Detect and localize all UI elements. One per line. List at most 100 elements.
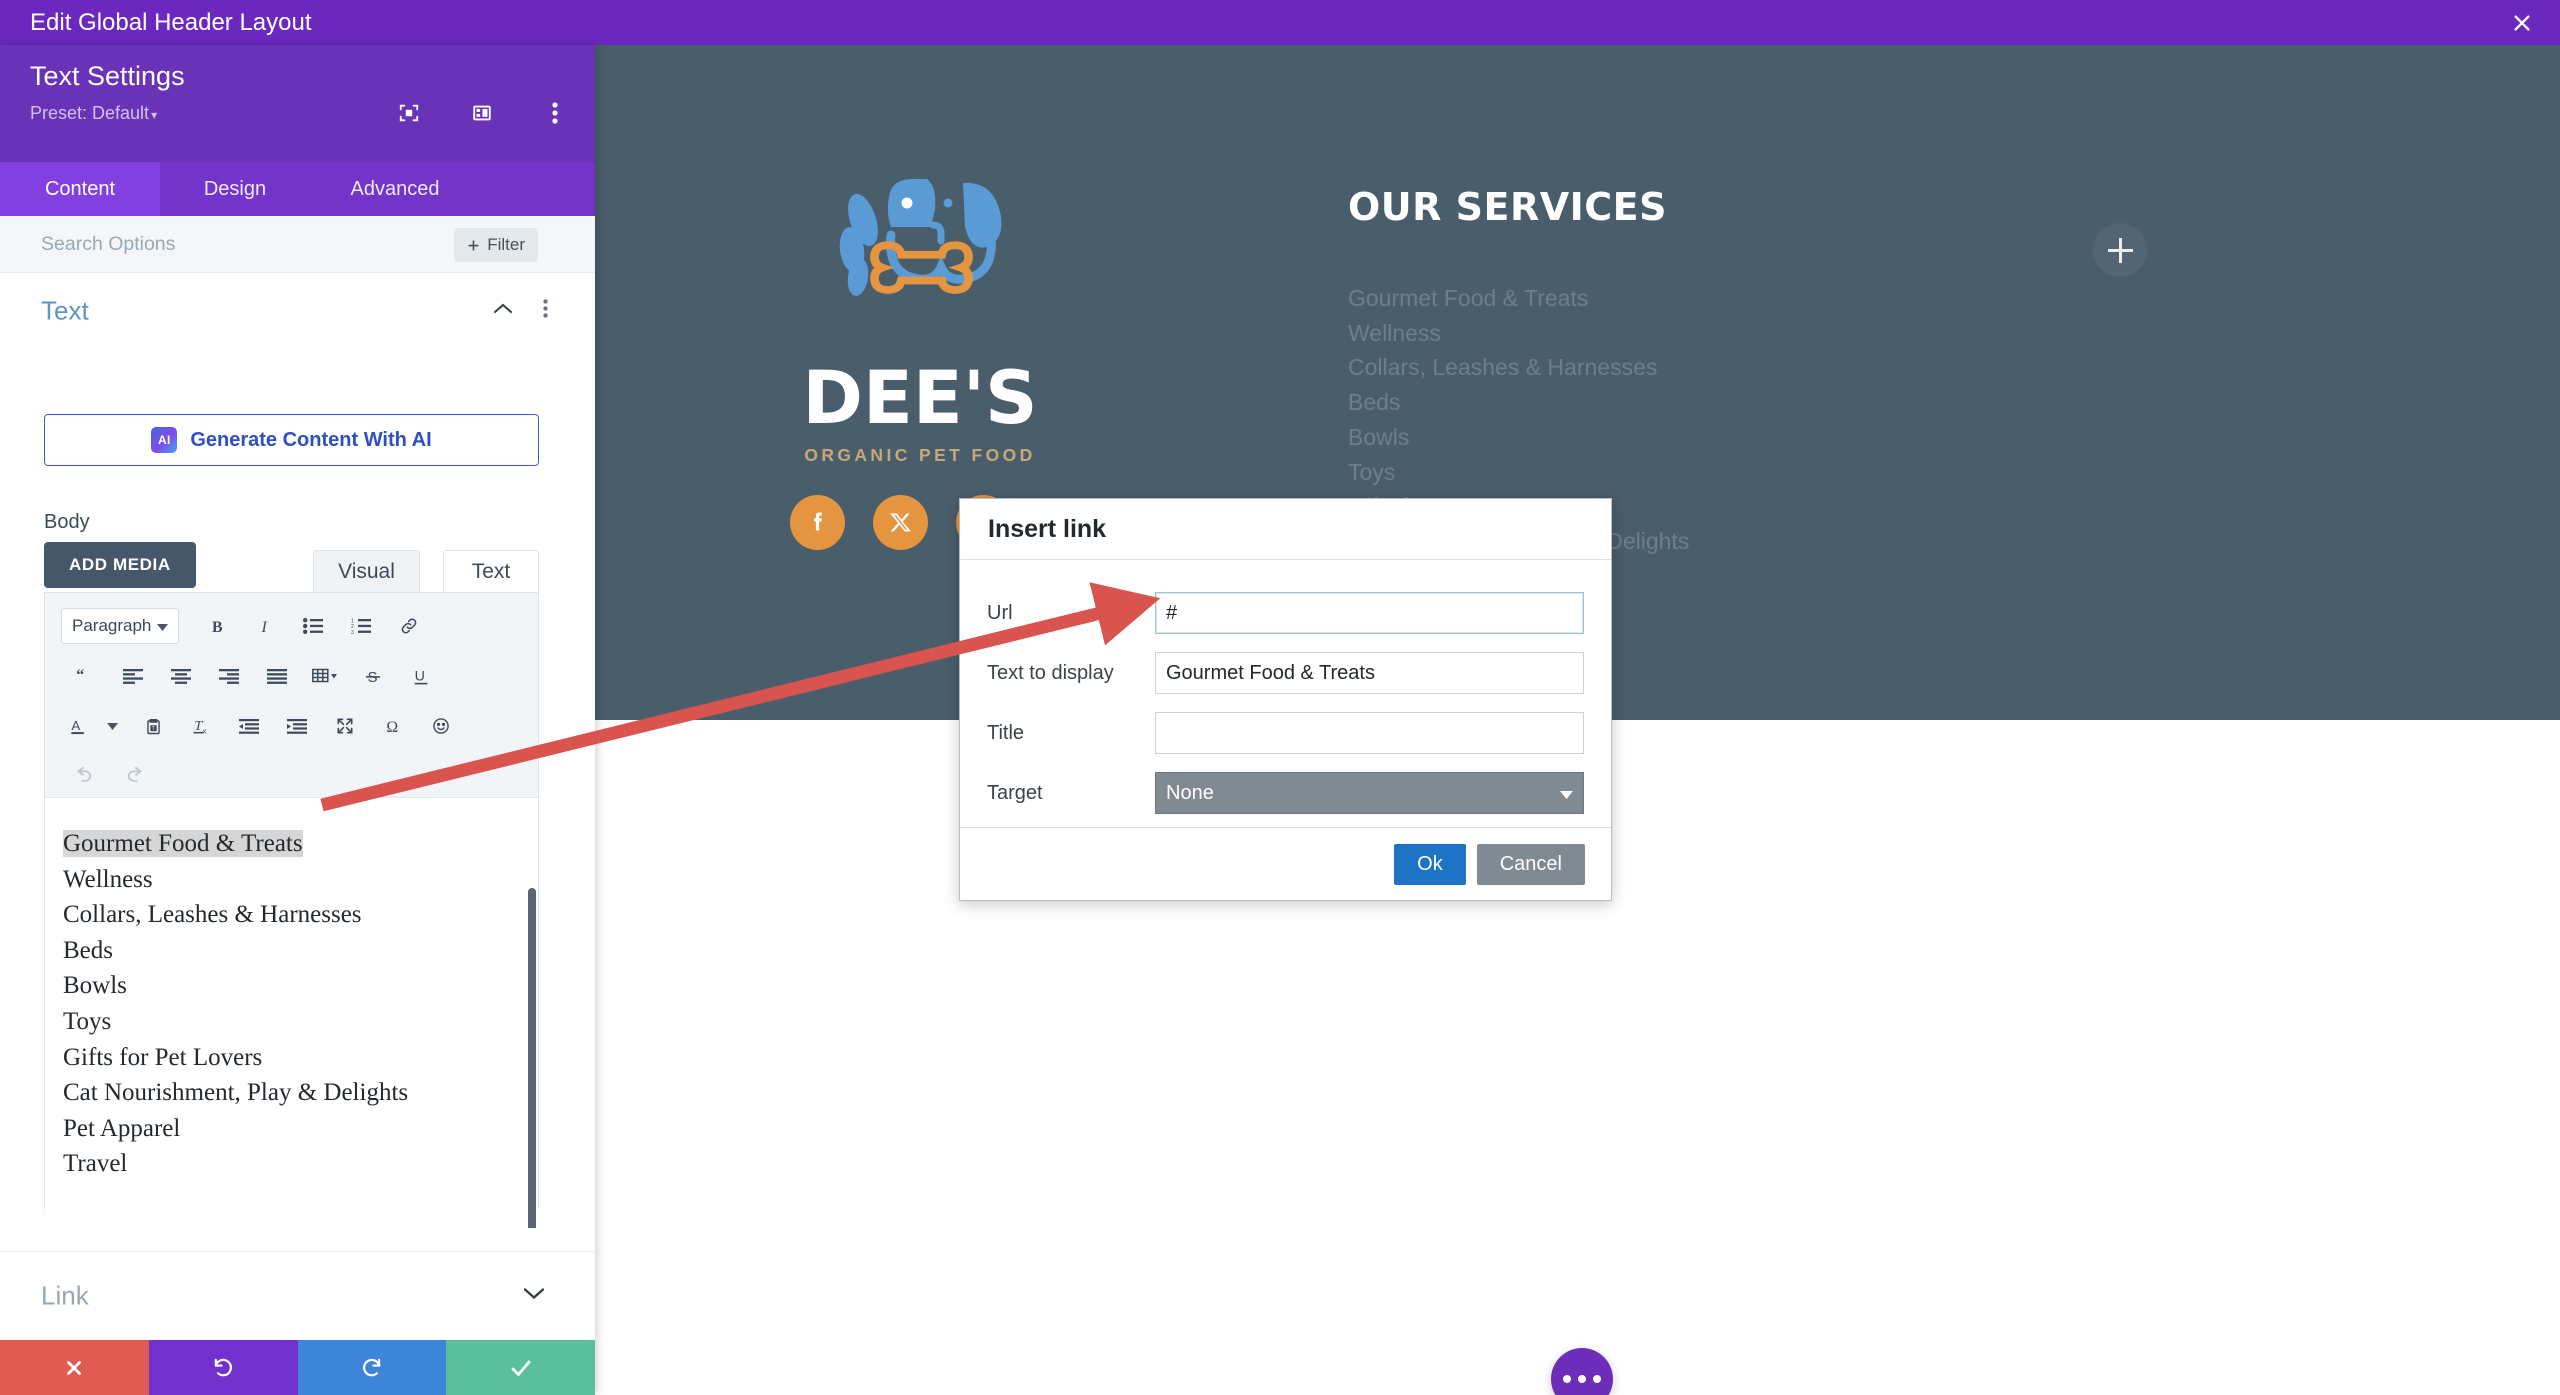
panel-action-bar — [0, 1340, 595, 1395]
page-title: Edit Global Header Layout — [30, 9, 312, 36]
undo-button[interactable] — [148, 1340, 298, 1395]
add-media-button[interactable]: ADD MEDIA — [44, 542, 196, 588]
paragraph-format-select[interactable]: Paragraph — [61, 608, 179, 644]
editor-line[interactable]: Cat Nourishment, Play & Delights — [63, 1075, 408, 1111]
text-to-display-input[interactable] — [1155, 652, 1584, 694]
save-button[interactable] — [446, 1340, 595, 1395]
target-value: None — [1166, 781, 1214, 804]
chevron-down-icon[interactable] — [95, 706, 129, 746]
editor-line[interactable]: Bowls — [63, 968, 408, 1004]
dialog-cancel-button[interactable]: Cancel — [1476, 843, 1585, 885]
tab-visual-editor[interactable]: Visual — [313, 550, 420, 592]
close-icon[interactable] — [2506, 7, 2538, 39]
redo-icon — [363, 1358, 381, 1377]
svg-text:x: x — [203, 727, 207, 736]
more-horizontal-icon — [1593, 1375, 1601, 1383]
text-to-display-label: Text to display — [987, 661, 1114, 684]
ok-button[interactable]: Ok — [1394, 843, 1466, 885]
cancel-button[interactable] — [0, 1340, 149, 1395]
tab-text-editor[interactable]: Text — [443, 550, 539, 592]
clear-formatting-icon[interactable]: Tx — [177, 706, 225, 746]
panel-title: Text Settings — [30, 61, 185, 91]
service-item[interactable]: Beds — [1348, 385, 2048, 420]
svg-text:A: A — [71, 718, 80, 733]
undo-icon[interactable] — [61, 752, 109, 792]
paste-as-text-icon[interactable]: T — [129, 706, 177, 746]
table-icon[interactable] — [301, 656, 349, 696]
dog-face-bone-icon — [805, 165, 1035, 360]
chevron-down-icon[interactable] — [523, 1287, 545, 1306]
service-item[interactable]: Toys — [1348, 455, 2048, 490]
preset-label: Preset: Default — [30, 103, 150, 123]
special-character-icon[interactable]: Ω — [369, 706, 417, 746]
chevron-up-icon[interactable] — [493, 302, 513, 320]
top-bar: Edit Global Header Layout — [0, 0, 2560, 45]
text-section-header[interactable]: Text — [0, 273, 595, 349]
link-section-header[interactable]: Link — [0, 1251, 595, 1341]
ai-badge-icon: AI — [151, 427, 178, 453]
editor-line[interactable]: Gourmet Food & Treats — [63, 826, 408, 862]
align-left-icon[interactable] — [109, 656, 157, 696]
align-justify-icon[interactable] — [253, 656, 301, 696]
vertical-dots-icon[interactable] — [543, 299, 548, 323]
emoji-icon[interactable] — [417, 706, 465, 746]
service-item[interactable]: Wellness — [1348, 316, 2048, 351]
editor-line[interactable]: Wellness — [63, 862, 408, 898]
body-field-label: Body — [44, 511, 90, 533]
service-item[interactable]: Bowls — [1348, 420, 2048, 455]
service-item[interactable]: Collars, Leashes & Harnesses — [1348, 350, 2048, 385]
services-title: OUR SERVICES — [1348, 185, 1667, 229]
editor-line[interactable]: Beds — [63, 933, 408, 969]
editor-line[interactable]: Pet Apparel — [63, 1111, 408, 1147]
indent-icon[interactable] — [273, 706, 321, 746]
vertical-dots-icon[interactable] — [542, 100, 568, 126]
editor-line[interactable]: Toys — [63, 1004, 408, 1040]
editor-line[interactable]: Collars, Leashes & Harnesses — [63, 897, 408, 933]
layout-columns-icon[interactable] — [469, 100, 495, 126]
panel-preset-selector[interactable]: Preset: Default ▾ — [30, 103, 157, 124]
text-color-icon[interactable]: A — [61, 706, 95, 746]
svg-text:U: U — [415, 668, 425, 684]
dialog-body: Url Text to display Title Target None — [960, 560, 1611, 823]
editor-toolbar: Paragraph B I 1 2 3 “ U A T T x Ω — [45, 593, 538, 798]
editor-scrollbar[interactable] — [528, 888, 536, 1228]
svg-text:“: “ — [76, 668, 84, 684]
tab-content[interactable]: Content — [0, 162, 160, 216]
generate-content-with-ai-button[interactable]: AI Generate Content With AI — [44, 414, 539, 466]
redo-button[interactable] — [297, 1340, 447, 1395]
align-center-icon[interactable] — [157, 656, 205, 696]
panel-header-actions — [396, 100, 568, 126]
strikethrough-icon[interactable]: S — [349, 656, 397, 696]
service-item[interactable]: Gourmet Food & Treats — [1348, 281, 2048, 316]
bold-icon[interactable]: B — [193, 606, 241, 646]
x-twitter-icon[interactable] — [873, 495, 928, 550]
tab-design[interactable]: Design — [160, 162, 310, 216]
focus-frame-icon[interactable] — [396, 100, 422, 126]
outdent-icon[interactable] — [225, 706, 273, 746]
target-select[interactable]: None — [1155, 772, 1584, 814]
url-input[interactable] — [1155, 592, 1584, 634]
filter-button[interactable]: Filter — [454, 228, 538, 262]
blockquote-icon[interactable]: “ — [61, 656, 109, 696]
editor-line[interactable]: Gifts for Pet Lovers — [63, 1040, 408, 1076]
align-right-icon[interactable] — [205, 656, 253, 696]
underline-icon[interactable]: U — [397, 656, 445, 696]
title-input[interactable] — [1155, 712, 1584, 754]
add-module-button[interactable] — [2093, 223, 2147, 277]
toolbar-row-1: Paragraph B I 1 2 3 — [45, 601, 538, 651]
link-icon[interactable] — [385, 606, 433, 646]
editor-content-area[interactable]: Gourmet Food & Treats Wellness Collars, Le… — [45, 798, 538, 1228]
url-label: Url — [987, 601, 1013, 624]
dialog-footer: Ok Cancel — [960, 827, 1611, 900]
facebook-icon[interactable] — [790, 495, 845, 550]
fullscreen-icon[interactable] — [321, 706, 369, 746]
numbered-list-icon[interactable]: 1 2 3 — [337, 606, 385, 646]
bulleted-list-icon[interactable] — [289, 606, 337, 646]
editor-line[interactable]: Travel — [63, 1146, 408, 1182]
italic-icon[interactable]: I — [241, 606, 289, 646]
app-root: DEE'S ORGANIC PET FOOD OUR SERVICES Gour… — [0, 0, 2560, 1395]
tab-advanced[interactable]: Advanced — [310, 162, 480, 216]
redo-icon[interactable] — [109, 752, 157, 792]
search-input[interactable] — [41, 216, 441, 273]
svg-text:B: B — [211, 619, 222, 636]
